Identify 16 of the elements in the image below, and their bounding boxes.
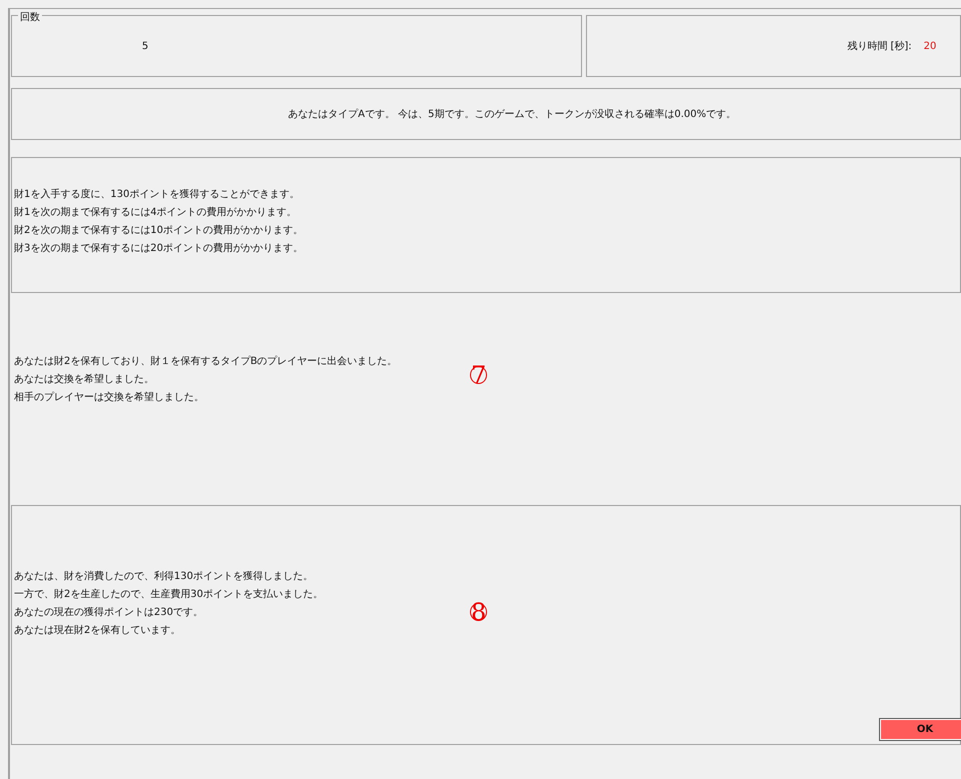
meeting-text: あなたは交換を希望しました。 [14, 372, 154, 387]
rule-text: 財3を次の期まで保有するには20ポイントの費用がかかります。 [14, 242, 304, 256]
rule-text: 財1を入手する度に、130ポイントを獲得することができます。 [14, 188, 300, 202]
result-text: あなたの現在の獲得ポイントは230です。 [14, 606, 204, 620]
result-text: あなたは現在財2を保有しています。 [14, 624, 180, 638]
result-text: あなたは、財を消費したので、利得130ポイントを獲得しました。 [14, 570, 314, 584]
round-value: 5 [142, 40, 148, 54]
rule-text: 財2を次の期まで保有するには10ポイントの費用がかかります。 [14, 224, 304, 238]
timer-value: 20 [924, 40, 936, 54]
meeting-text: 相手のプレイヤーは交換を希望しました。 [14, 390, 204, 405]
timer-label: 残り時間 [秒]: [847, 40, 912, 54]
status-message: あなたはタイプAです。 今は、5期です。このゲームで、トークンが没収される確率は0.00%です。 [288, 108, 736, 122]
result-text: 一方で、財2を生産したので、生産費用30ポイントを支払いました。 [14, 588, 324, 602]
rule-text: 財1を次の期まで保有するには4ポイントの費用がかかります。 [14, 206, 297, 220]
ok-button[interactable]: OK [879, 718, 961, 741]
meeting-text: あなたは財2を保有しており、財１を保有するタイプBのプレイヤーに出会いました。 [14, 354, 398, 369]
